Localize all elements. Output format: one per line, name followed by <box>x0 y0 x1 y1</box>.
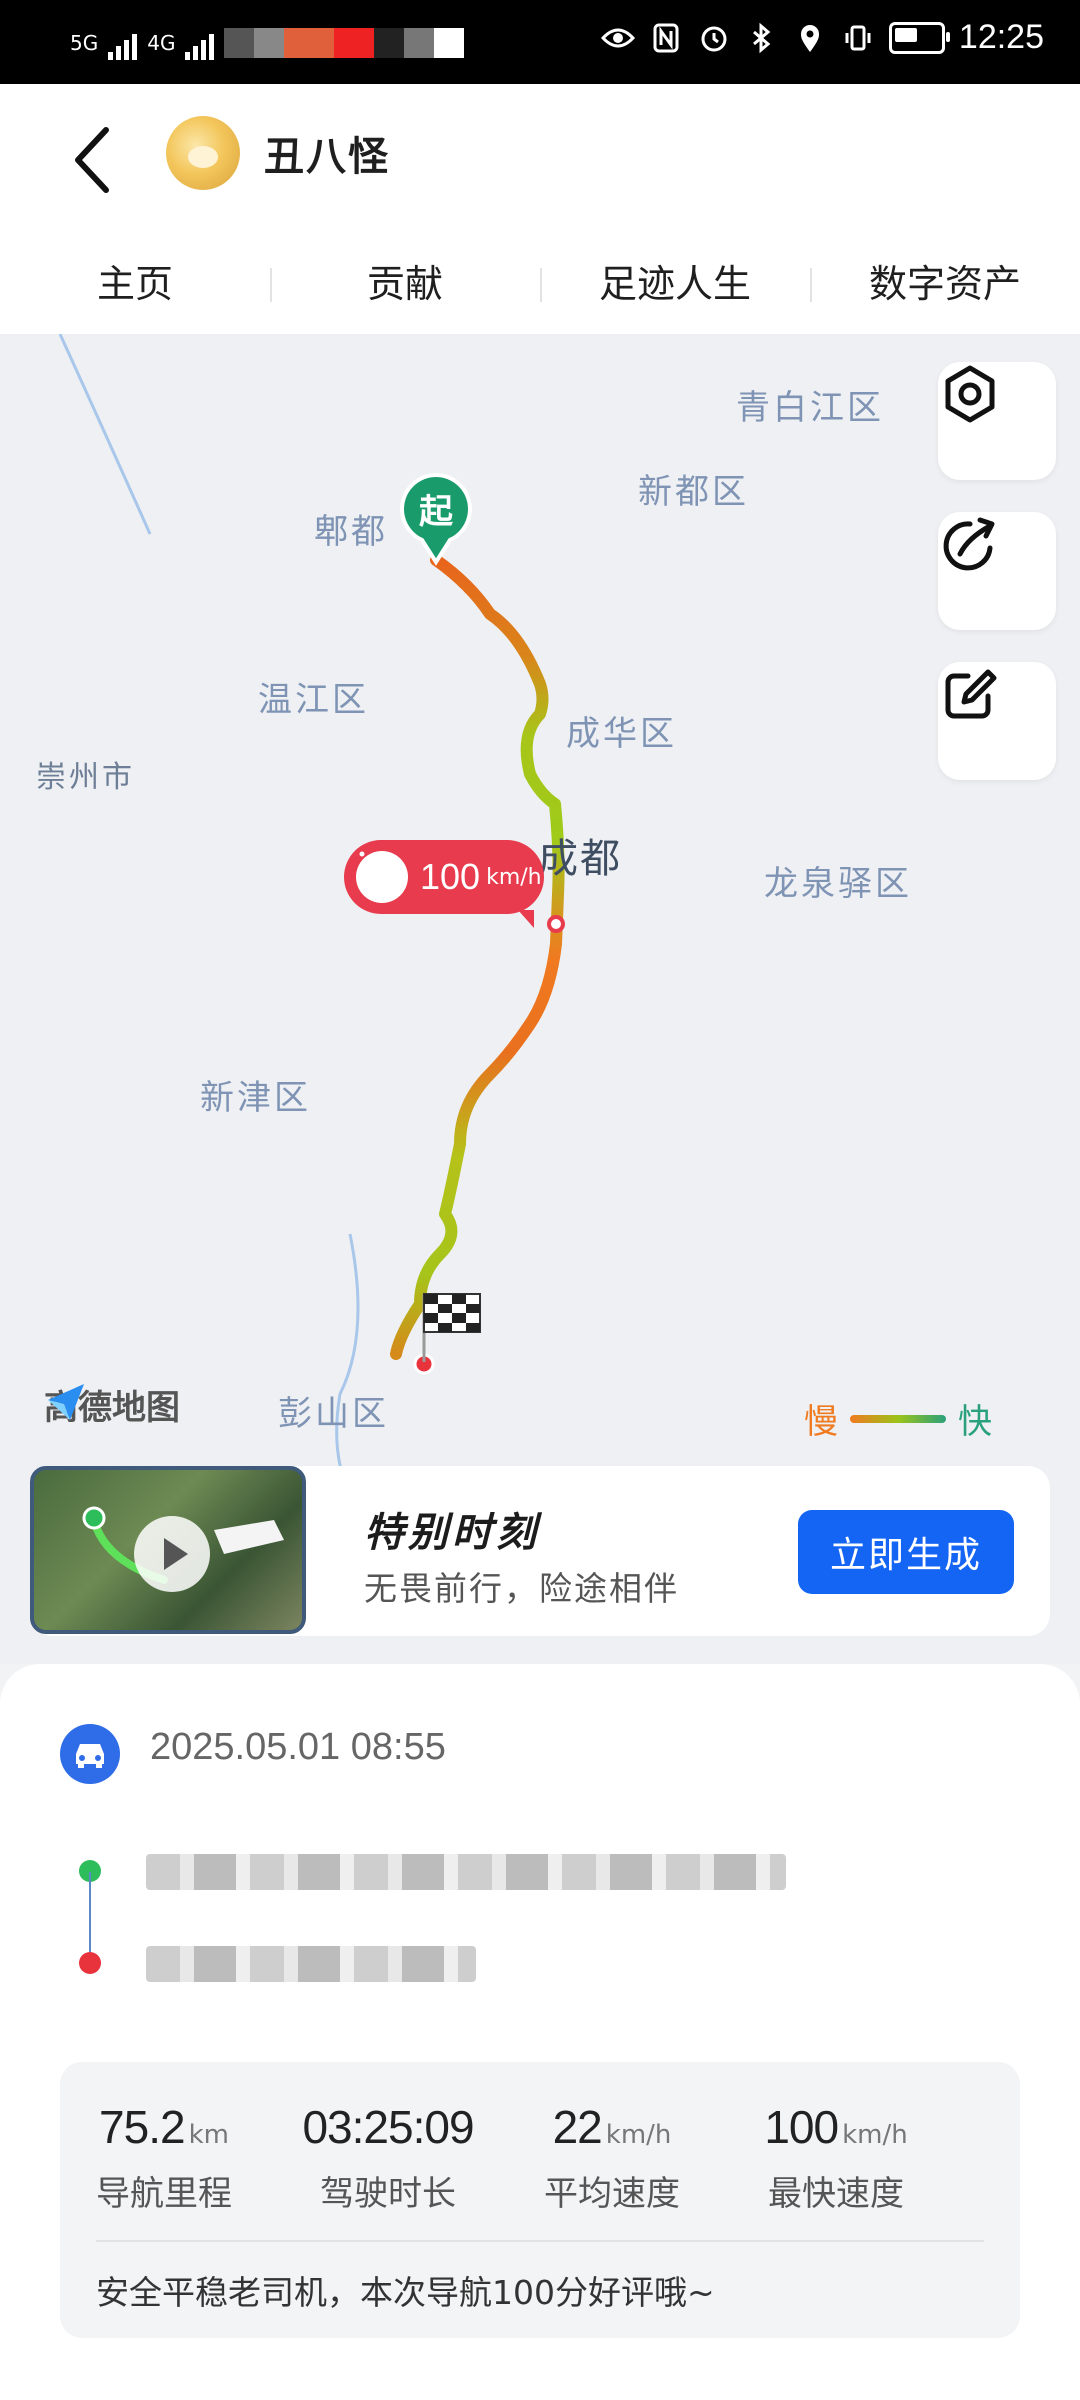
stat-distance-unit: km <box>188 2120 229 2150</box>
network-label: 5G <box>70 31 99 55</box>
amap-logo-icon <box>48 1384 84 1420</box>
alarm-icon <box>697 21 731 55</box>
tab-contribution[interactable]: 贡献 <box>270 244 540 324</box>
status-time: 12:25 <box>958 18 1044 56</box>
share-icon <box>943 517 995 571</box>
stat-avg-speed-unit: km/h <box>605 2120 672 2150</box>
username: 丑八怪 <box>264 134 390 180</box>
stat-avg-speed-label: 平均速度 <box>544 2174 680 2214</box>
tab-footprint[interactable]: 足迹人生 <box>540 244 810 324</box>
trip-detail-sheet: 2025.05.01 08:55 75.2 km 导航里程 03:25:09 驾驶… <box>0 1664 1080 2400</box>
stat-duration-value: 03:25:09 <box>302 2101 474 2153</box>
special-moment-subtitle: 无畏前行，险途相伴 <box>364 1569 679 1608</box>
status-right: 12:25 <box>600 18 1044 57</box>
network-label-2: 4G <box>147 31 176 55</box>
max-speed-tag: 100 km/h <box>344 840 544 928</box>
stat-distance: 75.2 km 导航里程 <box>64 2100 264 2215</box>
video-thumbnail[interactable] <box>30 1466 306 1634</box>
tab-home[interactable]: 主页 <box>0 244 270 324</box>
stat-max-speed-value: 100 <box>764 2101 839 2153</box>
edit-button[interactable] <box>938 662 1056 780</box>
play-icon[interactable] <box>134 1516 210 1592</box>
stat-max-speed-unit: km/h <box>842 2120 908 2150</box>
share-button[interactable] <box>938 512 1056 630</box>
max-speed-tag-value: 100 <box>420 856 481 897</box>
notification-icons-redacted <box>224 28 465 58</box>
battery-icon <box>888 21 950 54</box>
hexagon-settings-icon <box>945 365 995 423</box>
map-canvas <box>58 334 565 1495</box>
start-marker: 起 <box>396 470 476 566</box>
destination-dot <box>79 1952 101 1974</box>
location-icon <box>793 21 827 55</box>
legend-slow: 慢 <box>804 1402 838 1442</box>
vibrate-icon <box>841 21 875 55</box>
stat-max-speed: 100 km/h 最快速度 <box>736 2100 936 2215</box>
rocket-icon <box>348 846 408 903</box>
nfc-icon <box>649 21 683 55</box>
status-left: 5G 4G <box>70 26 465 60</box>
profile-header: 丑八怪 主页 贡献 足迹人生 数字资产 <box>0 84 1080 334</box>
max-speed-point <box>547 915 565 933</box>
trip-stats: 75.2 km 导航里程 03:25:09 驾驶时长 22 km/h 平均速度 10… <box>60 2062 1020 2338</box>
back-button[interactable] <box>66 118 120 202</box>
map-label-wenjiang: 温江区 <box>258 680 369 720</box>
map-label-chongzhou: 崇州市 <box>36 760 135 795</box>
car-icon <box>60 1724 120 1784</box>
chevron-left-icon <box>75 127 109 193</box>
map-label-pengshan: 彭山区 <box>278 1394 389 1434</box>
tab-digital-assets[interactable]: 数字资产 <box>810 244 1080 324</box>
eye-icon <box>600 21 635 55</box>
signal-icon <box>108 26 138 60</box>
stat-duration: 03:25:09 驾驶时长 <box>288 2100 488 2215</box>
avatar[interactable] <box>166 116 240 190</box>
stat-avg-speed: 22 km/h 平均速度 <box>512 2100 712 2215</box>
signal-icon-2 <box>185 26 215 60</box>
special-moment-card[interactable]: 特别时刻 无畏前行，险途相伴 立即生成 <box>30 1466 1050 1636</box>
status-bar: 5G 4G 12:25 <box>0 0 1080 84</box>
legend-gradient-bar <box>850 1414 946 1423</box>
stats-divider <box>96 2240 984 2242</box>
stat-duration-label: 驾驶时长 <box>320 2174 456 2214</box>
map-label-xinjin: 新津区 <box>200 1078 311 1118</box>
checkered-flag-icon <box>423 1293 481 1333</box>
route-map[interactable]: 青白江区 新都区 郫都 温江区 成华区 崇州市 成都 龙泉驿区 新津区 彭山区 … <box>0 334 1080 1664</box>
legend-fast: 快 <box>958 1402 992 1442</box>
driving-comment: 安全平稳老司机，本次导航100分好评哦~ <box>96 2273 715 2312</box>
edit-icon <box>945 669 997 719</box>
river-top <box>58 334 152 535</box>
generate-button[interactable]: 立即生成 <box>798 1510 1014 1594</box>
destination-address-redacted <box>146 1946 476 1982</box>
speed-legend: 慢 快 <box>804 1394 992 1443</box>
map-label-pidu: 郫都 <box>314 512 388 552</box>
route-path <box>390 554 565 1360</box>
map-label-xindu: 新都区 <box>638 472 749 512</box>
stat-distance-value: 75.2 <box>99 2101 186 2153</box>
map-label-longquanyi: 龙泉驿区 <box>764 864 912 904</box>
origin-address-redacted <box>146 1854 786 1890</box>
max-speed-tag-unit: km/h <box>486 864 542 890</box>
trip-datetime: 2025.05.01 08:55 <box>150 1726 446 1768</box>
map-label-chenghua: 成华区 <box>566 714 677 754</box>
bluetooth-icon <box>745 21 779 55</box>
profile-tabs: 主页 贡献 足迹人生 数字资产 <box>0 244 1080 324</box>
stat-distance-label: 导航里程 <box>96 2174 232 2214</box>
stat-max-speed-label: 最快速度 <box>768 2174 904 2214</box>
route-connector <box>89 1872 91 1956</box>
special-moment-title: 特别时刻 <box>364 1510 540 1556</box>
stat-avg-speed-value: 22 <box>552 2101 603 2153</box>
amap-logo: 高德地图 <box>44 1380 180 1429</box>
map-label-chengdu: 成都 <box>538 836 622 882</box>
settings-button[interactable] <box>938 362 1056 480</box>
map-label-qingbaijiang: 青白江区 <box>736 388 884 428</box>
start-marker-label: 起 <box>419 492 453 532</box>
river-bottom <box>335 1233 360 1495</box>
